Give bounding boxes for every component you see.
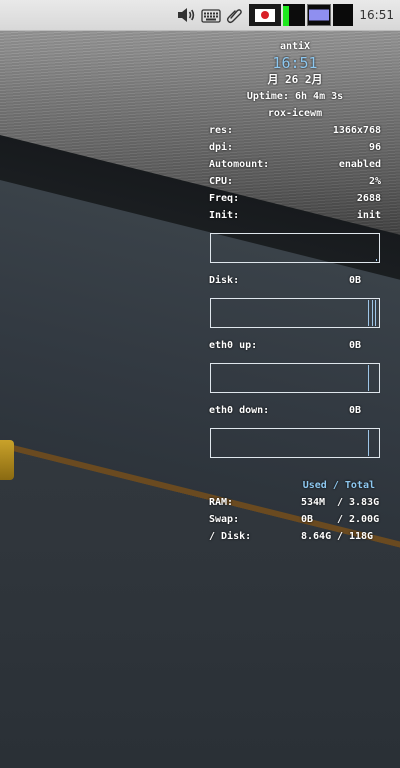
disk-graph xyxy=(210,298,380,328)
eth0-up-graph-label: eth0 up: 0B xyxy=(209,337,381,354)
memory-monitor[interactable] xyxy=(283,4,306,26)
info-value: 1366x768 xyxy=(332,125,381,136)
stat-sep: / xyxy=(337,497,344,508)
stat-used: 534M xyxy=(301,497,326,508)
eth0-up-value: 0B xyxy=(349,340,362,351)
graph-bar xyxy=(368,365,369,391)
panel-clock[interactable]: 16:51 xyxy=(359,8,394,22)
disk-graph-label: Disk: 0B xyxy=(209,272,381,289)
cpu-graph xyxy=(210,233,380,263)
uptime: Uptime: 6h 4m 3s xyxy=(246,91,344,102)
stat-total: 3.83G xyxy=(349,497,380,508)
eth0-up-graph xyxy=(210,363,380,393)
stat-sep: / xyxy=(337,514,344,525)
stat-used: 0B xyxy=(301,514,314,525)
japan-flag-icon xyxy=(255,8,276,22)
info-value: enabled xyxy=(338,159,381,170)
disk-value: 0B xyxy=(349,275,362,286)
info-label: dpi: xyxy=(209,142,234,153)
usage-stats: RAM: 534M / 3.83G Swap: 0B / 2.00G / Dis… xyxy=(209,494,381,545)
info-value: 2% xyxy=(368,176,381,187)
info-label: CPU: xyxy=(209,176,234,187)
stat-label: Swap: xyxy=(209,514,240,525)
graph-bar xyxy=(376,259,377,261)
system-info-list: res: 1366x768 dpi: 96 Automount: enabled… xyxy=(209,122,381,224)
disk-label: Disk: xyxy=(209,275,240,286)
info-row-freq: Freq: 2688 xyxy=(209,190,381,207)
graph-bar xyxy=(372,300,373,326)
memory-level-bar xyxy=(283,6,290,26)
stat-label: RAM: xyxy=(209,497,234,508)
conky-monitor: antiX 16:51 月 26 2月 Uptime: 6h 4m 3s rox… xyxy=(209,40,381,545)
conky-date: 月 26 2月 xyxy=(267,73,323,86)
cpu-graph-wrap xyxy=(209,224,381,272)
wallpaper-object xyxy=(0,440,14,480)
disk-graph-wrap xyxy=(209,289,381,337)
conky-clock: 16:51 xyxy=(272,54,318,72)
info-row-dpi: dpi: 96 xyxy=(209,139,381,156)
eth0-down-label: eth0 down: xyxy=(209,405,270,416)
info-row-init: Init: init xyxy=(209,207,381,224)
info-label: Freq: xyxy=(209,193,240,204)
eth0-down-graph-wrap xyxy=(209,419,381,467)
stat-total: 2.00G xyxy=(349,514,380,525)
info-value: init xyxy=(356,210,381,221)
stat-total: 118G xyxy=(349,531,374,542)
eth0-up-graph-wrap xyxy=(209,354,381,402)
stat-row-ram: RAM: 534M / 3.83G xyxy=(209,494,381,511)
keyboard-layout-indicator[interactable] xyxy=(249,4,282,26)
info-value: 96 xyxy=(368,142,381,153)
graph-bar xyxy=(368,430,369,456)
info-value: 2688 xyxy=(356,193,381,204)
info-row-automount: Automount: enabled xyxy=(209,156,381,173)
network-monitor[interactable] xyxy=(307,4,332,26)
eth0-down-value: 0B xyxy=(349,405,362,416)
info-label: res: xyxy=(209,125,234,136)
info-label: Init: xyxy=(209,210,240,221)
cpu-monitor[interactable] xyxy=(333,4,354,26)
keyboard-icon[interactable] xyxy=(201,5,222,25)
graph-bar xyxy=(368,300,369,326)
stat-sep: / xyxy=(337,531,344,542)
info-label: Automount: xyxy=(209,159,270,170)
stat-row-swap: Swap: 0B / 2.00G xyxy=(209,511,381,528)
info-row-cpu: CPU: 2% xyxy=(209,173,381,190)
stat-used: 8.64G xyxy=(301,531,332,542)
stat-row-disk: / Disk: 8.64G / 118G xyxy=(209,528,381,545)
eth0-down-graph-label: eth0 down: 0B xyxy=(209,402,381,419)
graph-bar xyxy=(375,300,376,326)
window-manager: rox-icewm xyxy=(267,108,323,119)
volume-icon[interactable] xyxy=(175,4,197,26)
top-panel: 16:51 xyxy=(0,0,400,31)
hostname: antiX xyxy=(279,41,311,52)
eth0-down-graph xyxy=(210,428,380,458)
system-tray: 16:51 xyxy=(175,0,400,30)
network-activity-bar xyxy=(309,9,330,21)
paperclip-icon[interactable] xyxy=(225,6,243,24)
stats-header: Used / Total xyxy=(302,480,375,491)
stat-label: / Disk: xyxy=(209,531,252,542)
eth0-up-label: eth0 up: xyxy=(209,340,258,351)
info-row-res: res: 1366x768 xyxy=(209,122,381,139)
